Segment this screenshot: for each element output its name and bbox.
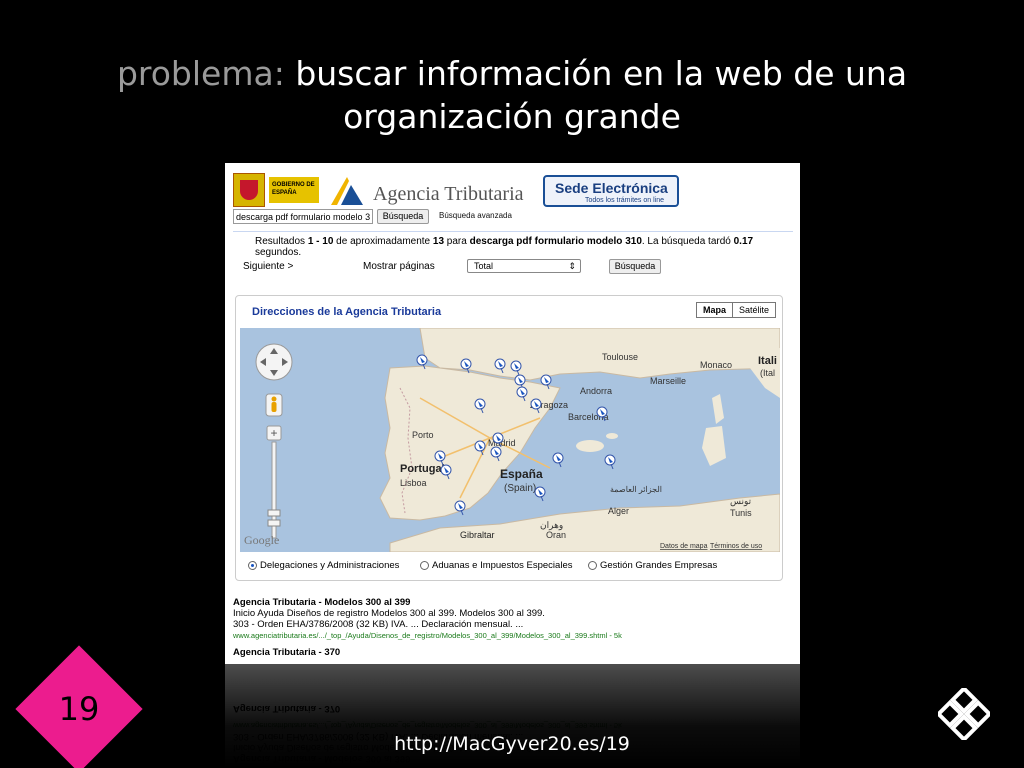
search-button[interactable]: Búsqueda	[377, 209, 429, 224]
macgyver-logo-icon	[938, 688, 990, 740]
map-label-spain: España	[500, 467, 543, 481]
office-type-radios: Delegaciones y Administraciones Aduanas …	[244, 558, 784, 574]
map-label-gibraltar: Gibraltar	[460, 530, 495, 540]
source-url[interactable]: http://MacGyver20.es/19	[0, 733, 1024, 755]
select-arrow-icon: ⇕	[568, 261, 576, 271]
result-snippet-1: Inicio Ayuda Diseños de registro Modelos…	[233, 608, 545, 619]
radio-dot-icon	[248, 561, 257, 570]
agency-logo-icon	[331, 177, 363, 205]
result-url: www.agenciatributaria.es/.../_top_/Ayuda…	[233, 631, 622, 640]
summary-prefix: Resultados	[255, 236, 308, 247]
agency-name[interactable]: Agencia Tributaria	[373, 183, 524, 206]
pages-select[interactable]: Total ⇕	[467, 259, 581, 273]
map-label-alger-ar: الجزائر العاصمة	[610, 485, 662, 494]
sede-subtitle: Todos los trámites on line	[585, 197, 664, 204]
map-type-switch: Mapa Satélite	[696, 302, 777, 318]
result-title-link[interactable]: Agencia Tributaria - Modelos 300 al 399	[233, 597, 793, 608]
map-data-link: Datos de mapa	[660, 543, 708, 550]
map-label-lisboa: Lisboa	[400, 478, 427, 488]
satellite-type-button[interactable]: Satélite	[733, 303, 775, 317]
pages-select-value: Total	[474, 261, 494, 271]
map-type-button[interactable]: Mapa	[697, 303, 734, 317]
map-label-toulouse: Toulouse	[602, 352, 638, 362]
result-snippet-2: 303 - Orden EHA/3786/2008 (32 KB) IVA. .…	[233, 619, 524, 630]
search-row: descarga pdf formulario modelo 3 Búsqued…	[233, 209, 793, 225]
results-summary: Resultados 1 - 10 de aproximadamente 13 …	[233, 231, 793, 258]
radio-delegaciones[interactable]: Delegaciones y Administraciones	[248, 560, 399, 571]
sede-electronica-button[interactable]: Sede Electrónica Todos los trámites on l…	[543, 175, 679, 207]
browser-screenshot: GOBIERNO DE ESPAÑA Agencia Tributaria Se…	[225, 163, 800, 664]
map-label-tunis: Tunis	[730, 508, 752, 518]
pegman-icon[interactable]	[265, 393, 283, 417]
search-result: Agencia Tributaria - Modelos 300 al 399 …	[233, 597, 793, 641]
advanced-search-link[interactable]: Búsqueda avanzada	[439, 211, 512, 220]
sede-title: Sede Electrónica	[555, 180, 668, 196]
summary-range: 1 - 10	[307, 236, 334, 247]
next-page-link[interactable]: Siguiente >	[243, 261, 293, 272]
map-label-monaco: Monaco	[700, 360, 732, 370]
show-pages-label: Mostrar páginas	[363, 261, 435, 272]
zoom-in-icon: +	[270, 426, 277, 440]
title-prefix: problema:	[116, 54, 285, 93]
radio-aduanas[interactable]: Aduanas e Impuestos Especiales	[420, 560, 572, 571]
map-label-portugal: Portugal	[400, 463, 445, 475]
search-input[interactable]: descarga pdf formulario modelo 3	[233, 209, 373, 224]
map-label-porto: Porto	[412, 430, 434, 440]
map-label-tunis-ar: تونس	[730, 496, 752, 507]
radio-dot-icon	[588, 561, 597, 570]
map-panel-title: Direcciones de la Agencia Tributaria	[252, 306, 442, 318]
summary-query: descarga pdf formulario modelo 310	[469, 236, 642, 247]
radio-label: Aduanas e Impuestos Especiales	[432, 560, 573, 571]
radio-dot-icon	[420, 561, 429, 570]
summary-count: 13	[432, 236, 445, 247]
map-label-alger: Alger	[608, 506, 629, 516]
site-header: GOBIERNO DE ESPAÑA Agencia Tributaria Se…	[233, 171, 793, 211]
map-label-spain-en: (Spain)	[504, 483, 536, 494]
summary-time: 0.17	[733, 236, 754, 247]
map-panel: Direcciones de la Agencia Tributaria + E…	[235, 295, 783, 581]
map-label-italia: Itali	[758, 355, 777, 367]
google-logo: Google	[244, 533, 279, 547]
slide-title: problema: buscar información en la web d…	[40, 52, 984, 138]
map-terms-link: Términos de uso	[710, 543, 762, 550]
result-title-link-2[interactable]: Agencia Tributaria - 370	[233, 647, 340, 658]
summary-suffix: segundos.	[255, 247, 302, 258]
title-text: buscar información en la web de una orga…	[284, 54, 908, 136]
coat-of-arms-icon	[233, 173, 265, 207]
gov-label: GOBIERNO DE ESPAÑA	[269, 177, 319, 203]
search-button-2[interactable]: Búsqueda	[609, 259, 661, 274]
slide-number: 19	[58, 690, 100, 728]
summary-mid2: para	[444, 236, 470, 247]
map-label-andorra: Andorra	[580, 386, 612, 396]
map-label-oran: Oran	[546, 530, 566, 540]
radio-label: Delegaciones y Administraciones	[260, 560, 400, 571]
radio-grandes-empresas[interactable]: Gestión Grandes Empresas	[588, 560, 717, 571]
results-nav: Siguiente > Mostrar páginas Total ⇕ Búsqu…	[233, 259, 793, 275]
radio-label: Gestión Grandes Empresas	[600, 560, 718, 571]
pan-control-icon[interactable]	[255, 343, 293, 381]
map-label-marseille: Marseille	[650, 376, 686, 386]
map-label-italia-2: (Ital	[760, 368, 775, 378]
summary-mid3: . La búsqueda tardó	[641, 236, 734, 247]
map-view[interactable]: + España (Spain) Portugal Lisboa Porto T…	[240, 328, 780, 552]
summary-mid1: de aproximadamente	[333, 236, 433, 247]
